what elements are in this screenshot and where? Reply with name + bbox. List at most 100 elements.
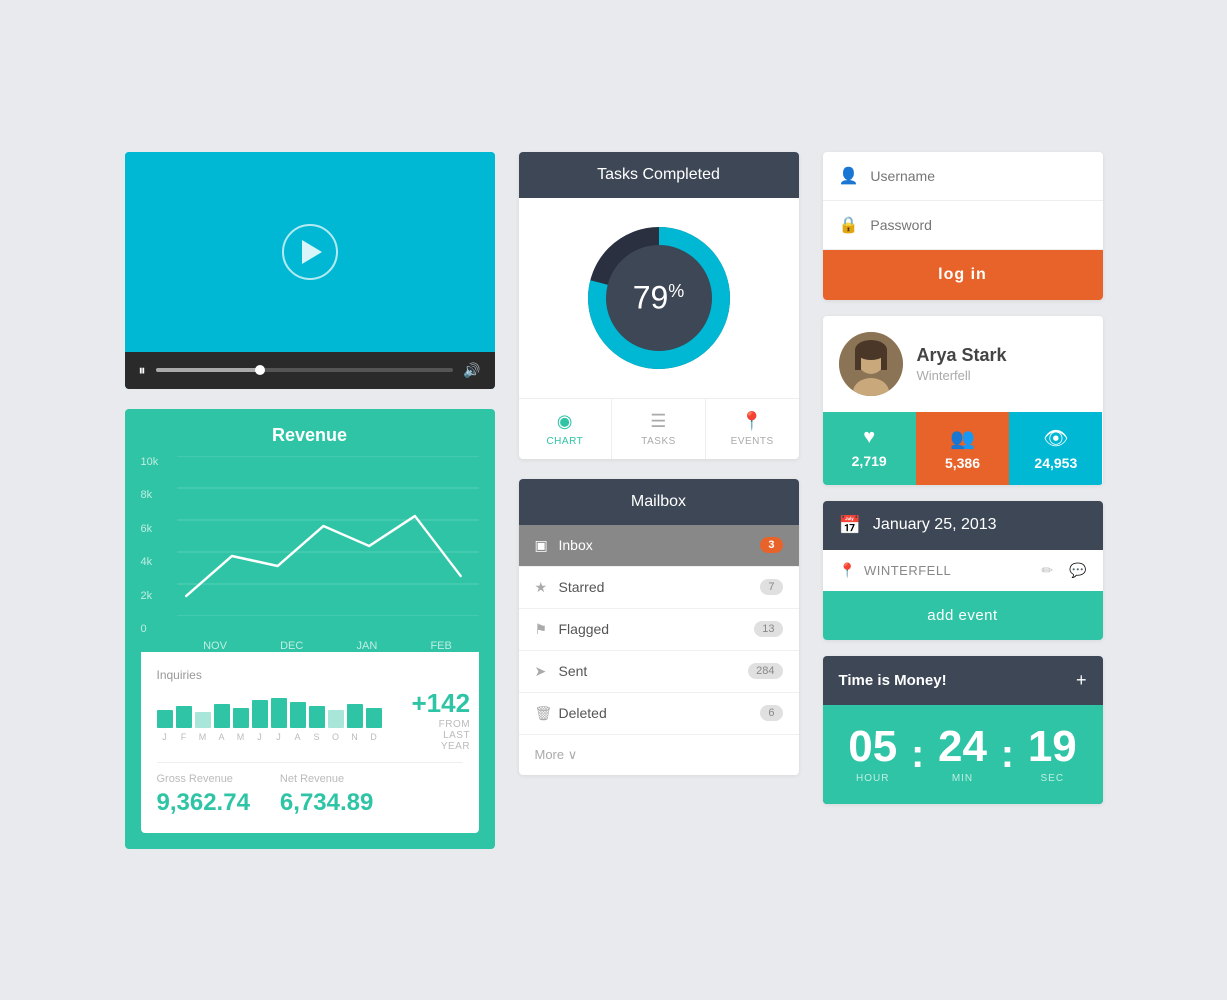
hours-value: 05 [839,725,907,769]
tab-tasks[interactable]: ☰ TASKS [612,399,706,459]
deleted-label: Deleted [559,705,761,721]
stat-likes[interactable]: ♥ 2,719 [823,412,916,485]
tasks-card: Tasks Completed 79% ◉ [519,152,799,459]
calendar-date: January 25, 2013 [873,516,997,534]
tasks-tab-label: TASKS [641,436,676,447]
inq-bar [328,710,344,728]
stat-views[interactable]: 👁 24,953 [1009,412,1102,485]
play-icon [302,240,322,264]
profile-name: Arya Stark [917,345,1007,366]
timer-minutes: 24 MIN [928,725,996,784]
middle-column: Tasks Completed 79% ◉ [519,152,799,775]
profile-subtitle: Winterfell [917,368,1007,383]
mailbox-more[interactable]: More ∨ [519,735,799,775]
y-label: 0 [141,623,159,635]
sent-label: Sent [559,663,749,679]
inquiries-increase: +142 [412,688,471,719]
timer-hours: 05 HOUR [839,725,907,784]
inq-x-label: S [309,732,325,742]
inq-bar [176,706,192,728]
inquiries-bars [157,698,382,728]
login-button[interactable]: log in [823,250,1103,300]
views-value: 24,953 [1034,455,1077,471]
inq-x-label: J [252,732,268,742]
tasks-tabs: ◉ CHART ☰ TASKS 📍 EVENTS [519,398,799,459]
inq-x-label: M [233,732,249,742]
flagged-label: Flagged [559,621,755,637]
y-label: 8k [141,489,159,501]
username-input[interactable] [870,168,1086,184]
timer-card: Time is Money! + 05 HOUR : 24 MIN : 19 S… [823,656,1103,804]
avatar [839,332,903,396]
flagged-count: 13 [754,621,782,637]
minutes-label: MIN [928,773,996,784]
video-player: ⏸ 🔊 [125,152,495,389]
inq-bar [271,698,287,728]
tasks-tab-icon: ☰ [650,411,667,432]
calendar-header: 📅 January 25, 2013 [823,501,1103,550]
gross-revenue: Gross Revenue 9,362.74 [157,773,250,817]
left-column: ⏸ 🔊 Revenue 10k 8k 6k 4k 2k 0 [125,152,495,849]
x-label: JAN [357,640,378,652]
chart-tab-icon: ◉ [557,411,573,432]
edit-icon[interactable]: ✏ [1041,562,1053,579]
hours-label: HOUR [839,773,907,784]
donut-percent-sign: % [668,280,684,300]
mailbox-item-inbox[interactable]: ▣ Inbox 3 [519,525,799,567]
flagged-icon: ⚑ [535,621,559,638]
events-tab-label: EVENTS [731,436,774,447]
tab-chart[interactable]: ◉ CHART [519,399,613,459]
video-controls: ⏸ 🔊 [125,352,495,389]
user-icon: 👤 [839,166,859,186]
timer-seconds: 19 SEC [1018,725,1086,784]
calendar-card: 📅 January 25, 2013 📍 WINTERFELL ✏ 💬 add … [823,501,1103,640]
inq-x-label: F [176,732,192,742]
inbox-icon: ▣ [535,537,559,554]
add-event-button[interactable]: add event [823,591,1103,640]
inbox-label: Inbox [559,537,761,553]
play-button[interactable] [282,224,338,280]
stat-followers[interactable]: 👥 5,386 [916,412,1009,485]
x-label: NOV [203,640,227,652]
progress-fill [156,368,260,372]
y-label: 4k [141,556,159,568]
likes-value: 2,719 [852,453,887,469]
video-screen [125,152,495,352]
y-label: 6k [141,523,159,535]
login-card: 👤 🔒 log in [823,152,1103,300]
mailbox-item-flagged[interactable]: ⚑ Flagged 13 [519,609,799,651]
net-revenue: Net Revenue 6,734.89 [280,773,373,817]
mailbox-item-sent[interactable]: ➤ Sent 284 [519,651,799,693]
inq-bar [195,712,211,728]
y-label: 10k [141,456,159,468]
inq-x-label: A [214,732,230,742]
timer-add-icon[interactable]: + [1076,670,1087,691]
timer-title: Time is Money! [839,672,947,689]
password-field: 🔒 [823,201,1103,250]
inbox-badge: 3 [760,537,782,553]
inquiries-label: Inquiries [157,668,463,682]
inq-x-label: D [366,732,382,742]
mailbox-item-deleted[interactable]: 🗑 Deleted 6 [519,693,799,735]
right-column: 👤 🔒 log in [823,152,1103,804]
comment-icon[interactable]: 💬 [1069,562,1086,579]
inq-bar [233,708,249,728]
revenue-numbers: Gross Revenue 9,362.74 Net Revenue 6,734… [157,762,463,817]
inq-x-label: J [157,732,173,742]
net-label: Net Revenue [280,773,373,785]
pause-button[interactable]: ⏸ [139,362,146,379]
password-input[interactable] [870,217,1086,233]
volume-icon[interactable]: 🔊 [463,362,480,379]
gross-value: 9,362.74 [157,789,250,817]
inq-x-label: O [328,732,344,742]
progress-bar[interactable] [156,368,454,372]
starred-count: 7 [760,579,782,595]
sent-count: 284 [748,663,782,679]
sent-icon: ➤ [535,663,559,680]
mailbox-item-starred[interactable]: ★ Starred 7 [519,567,799,609]
inq-bar [214,704,230,728]
inquiries-wrapper: J F M A M J J A S O N D [157,688,463,752]
events-tab-icon: 📍 [741,411,764,432]
tab-events[interactable]: 📍 EVENTS [706,399,799,459]
inq-bar [157,710,173,728]
